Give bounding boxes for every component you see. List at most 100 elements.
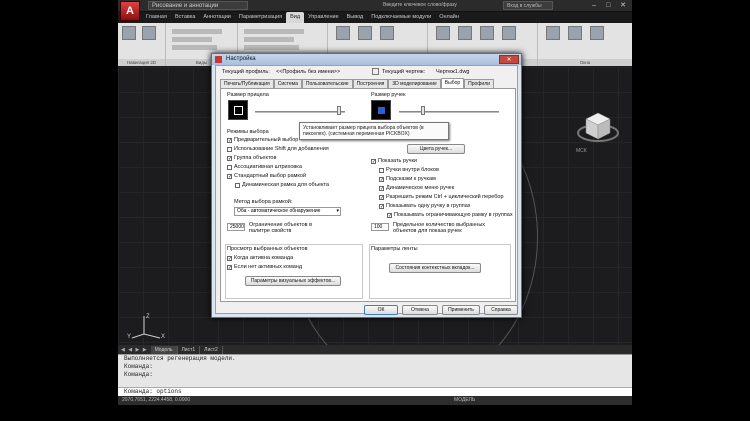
checkbox[interactable]: ✓: [379, 185, 384, 191]
checkbox-object-window[interactable]: Динамическая рамка для объекта: [235, 182, 329, 188]
dialog-body: Текущий профиль: <<Профиль без имени>> Т…: [215, 65, 518, 315]
ribbon-tab-online[interactable]: Онлайн: [435, 12, 463, 23]
viewcube-icon[interactable]: [576, 107, 620, 151]
switch-windows-icon[interactable]: [546, 26, 560, 40]
checkbox-preview-command-active[interactable]: ✓ Когда активна команда: [227, 255, 293, 261]
ucs-z-label: Z: [146, 314, 150, 320]
layout-tab-sheet2[interactable]: Лист2: [200, 345, 223, 354]
checkbox[interactable]: [227, 146, 232, 152]
ribbon-tab-annotate[interactable]: Аннотации: [199, 12, 235, 23]
window-controls[interactable]: ‒ □ ✕: [592, 1, 630, 9]
checkbox[interactable]: ✓: [227, 173, 232, 179]
checkbox-shift-add[interactable]: Использование Shift для добавления: [227, 146, 329, 152]
tab-drafting[interactable]: Построения: [352, 79, 389, 88]
checkbox[interactable]: [379, 167, 384, 173]
visual-style-option[interactable]: [244, 45, 299, 50]
views-list[interactable]: [172, 45, 217, 50]
checkbox[interactable]: ✓: [227, 255, 232, 261]
checkbox[interactable]: ✓: [227, 155, 232, 161]
views-list[interactable]: [172, 29, 222, 34]
checkbox-ctrl-cycling[interactable]: ✓ Разрешить режим Ctrl + циклический пере…: [379, 194, 504, 200]
checkbox[interactable]: ✓: [379, 176, 384, 182]
views-list[interactable]: [172, 37, 212, 42]
ucs-menu-label[interactable]: МСК: [576, 148, 587, 154]
grip-object-limit-input[interactable]: 100: [371, 223, 389, 231]
ribbon-tab-plugins[interactable]: Подключаемые модули: [367, 12, 435, 23]
close-button[interactable]: ✕: [499, 55, 519, 64]
properties-icon[interactable]: [458, 26, 472, 40]
drawing-icon: [372, 68, 379, 75]
tab-user-preferences[interactable]: Пользовательские: [301, 79, 353, 88]
grip-size-slider-thumb[interactable]: [421, 106, 425, 115]
help-button[interactable]: Справка: [484, 305, 518, 315]
window-method-select[interactable]: Оба - автоматическое обнаружение ▾: [234, 207, 341, 216]
pickbox-slider-thumb[interactable]: [337, 106, 341, 115]
checkbox[interactable]: ✓: [387, 212, 392, 218]
pan-icon[interactable]: [122, 26, 136, 40]
layout-nav-buttons[interactable]: ◀ ◀ ▶ ▶: [118, 347, 151, 353]
checkbox-dynamic-grip-menu[interactable]: ✓ Динамическое меню ручек: [379, 185, 454, 191]
ok-button[interactable]: ОК: [364, 305, 398, 315]
checkbox-bounding-box-groups[interactable]: ✓ Показывать ограничивающую рамку в групп…: [387, 212, 513, 218]
tab-profiles[interactable]: Профили: [464, 79, 494, 88]
cascade-icon[interactable]: [590, 26, 604, 40]
tab-selection[interactable]: Выбор: [440, 78, 465, 88]
ribbon-tab-view[interactable]: Вид: [286, 12, 305, 23]
ribbon-tab-output[interactable]: Вывод: [343, 12, 368, 23]
checkbox[interactable]: [227, 164, 232, 170]
named-views-icon[interactable]: [358, 26, 372, 40]
layout-tab-model[interactable]: Модель: [150, 345, 178, 354]
checkbox[interactable]: ✓: [379, 203, 384, 209]
checkbox-associative-hatch[interactable]: Ассоциативная штриховка: [227, 164, 302, 170]
command-input[interactable]: Команда: options: [118, 387, 632, 396]
search-field[interactable]: Введите ключевое слово/фразу: [383, 2, 457, 8]
workspace-select[interactable]: Рисование и аннотации: [148, 1, 248, 10]
sheet-set-icon[interactable]: [480, 26, 494, 40]
layout-tab-sheet1[interactable]: Лист1: [178, 345, 201, 354]
checkbox-grips-in-blocks[interactable]: Ручки внутри блоков: [379, 167, 439, 173]
visual-style-select[interactable]: [244, 29, 304, 34]
checkbox-preview-no-command[interactable]: ✓ Если нет активных команд: [227, 264, 302, 270]
viewport-config-icon[interactable]: [336, 26, 350, 40]
property-limit-input[interactable]: 25000: [227, 223, 245, 231]
checkbox-noun-verb[interactable]: ✓ Предварительный выбор: [227, 137, 298, 143]
pickbox-slider-track[interactable]: [255, 111, 345, 113]
checkbox[interactable]: ✓: [379, 194, 384, 200]
cancel-button[interactable]: Отмена: [402, 305, 438, 315]
grip-size-slider-track[interactable]: [399, 111, 499, 113]
zoom-icon[interactable]: [142, 26, 156, 40]
signin-button[interactable]: Вход в службы: [503, 1, 553, 10]
ribbon-tab-home[interactable]: Главная: [142, 12, 171, 23]
model-space-toggle[interactable]: МОДЕЛЬ: [454, 397, 475, 403]
ribbon-tab-insert[interactable]: Вставка: [171, 12, 199, 23]
apply-button[interactable]: Применить: [442, 305, 480, 315]
dialog-title-bar[interactable]: Настройка ✕: [212, 54, 521, 65]
grip-colors-button[interactable]: Цвета ручек...: [407, 144, 465, 154]
checkbox-implied-windowing[interactable]: ✓ Стандартный выбор рамкой: [227, 173, 306, 179]
tab-3d-modeling[interactable]: 3D моделирование: [388, 79, 441, 88]
visual-effects-button[interactable]: Параметры визуальных эффектов...: [245, 276, 341, 286]
checkbox-single-grip-groups[interactable]: ✓ Показывать одну ручку в группах: [379, 203, 471, 209]
join-icon[interactable]: [380, 26, 394, 40]
ribbon-tab-manage[interactable]: Управление: [304, 12, 343, 23]
checkbox-show-grips[interactable]: ✓ Показать ручки: [371, 158, 417, 164]
checkbox-grip-tips[interactable]: ✓ Подсказки к ручкам: [379, 176, 436, 182]
checkbox[interactable]: ✓: [227, 264, 232, 270]
tab-system[interactable]: Система: [273, 79, 302, 88]
design-center-icon[interactable]: [502, 26, 516, 40]
checkbox-label: Ассоциативная штриховка: [234, 164, 302, 170]
checkbox-label: Предварительный выбор: [234, 137, 299, 143]
checkbox-label: Когда активна команда: [234, 255, 294, 261]
tool-palettes-icon[interactable]: [436, 26, 450, 40]
checkbox-label: Показывать ограничивающую рамку в группа…: [394, 212, 513, 218]
checkbox[interactable]: ✓: [227, 137, 232, 143]
application-menu-button[interactable]: A: [120, 1, 140, 21]
checkbox[interactable]: ✓: [371, 158, 376, 164]
contextual-tab-states-button[interactable]: Состояния контекстных вкладок...: [389, 263, 481, 273]
checkbox-object-grouping[interactable]: ✓ Группа объектов: [227, 155, 276, 161]
checkbox[interactable]: [235, 182, 240, 188]
tile-icon[interactable]: [568, 26, 582, 40]
tab-plot-publish[interactable]: Печать/Публикация: [220, 79, 274, 88]
ribbon-tab-parametric[interactable]: Параметризация: [235, 12, 286, 23]
visual-style-option[interactable]: [244, 37, 294, 42]
